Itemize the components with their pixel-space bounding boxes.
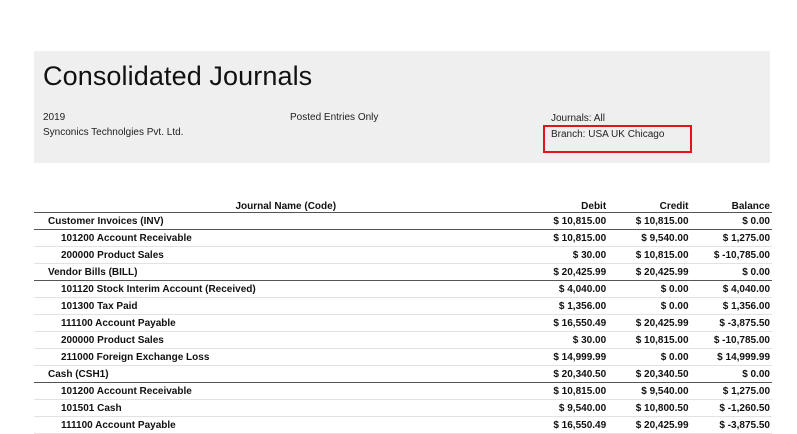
account-row: 111100 Account Payable $ 16,550.49 $ 20,42… [34, 416, 772, 434]
account-row: 101120 Stock Interim Account (Received) $… [34, 280, 772, 298]
row-name: 101120 Stock Interim Account (Received) [34, 280, 540, 298]
posted-filter: Posted Entries Only [290, 112, 379, 123]
row-name: 111100 Account Payable [34, 416, 540, 434]
row-balance: $ -10,785.00 [690, 331, 772, 349]
row-debit: $ 14,999.99 [539, 348, 609, 366]
row-credit: $ 20,340.50 [608, 365, 691, 383]
row-credit: $ 20,425.99 [608, 416, 691, 434]
report-year: 2019 [43, 112, 66, 123]
row-debit: $ 9,540.00 [539, 399, 609, 417]
header-journal-name: Journal Name (Code) [34, 198, 540, 213]
branch-highlight-box [543, 125, 692, 153]
row-balance: $ -3,875.50 [690, 314, 772, 332]
row-name: 200000 Product Sales [34, 246, 540, 264]
account-row: 101300 Tax Paid $ 1,356.00 $ 0.00 $ 1,356.0… [34, 297, 772, 315]
row-credit: $ 20,425.99 [608, 314, 691, 332]
row-credit: $ 9,540.00 [608, 382, 691, 400]
report-header: Consolidated Journals 2019 Synconics Tec… [34, 51, 770, 163]
row-balance: $ 14,999.99 [690, 348, 772, 366]
row-debit: $ 30.00 [539, 331, 609, 349]
account-row: 111100 Account Payable $ 16,550.49 $ 20,42… [34, 314, 772, 332]
row-name: Customer Invoices (INV) [34, 212, 540, 230]
row-balance: $ -10,785.00 [690, 246, 772, 264]
account-row: 101501 Cash $ 9,540.00 $ 10,800.50 $ -1,260… [34, 399, 772, 417]
report-title: Consolidated Journals [43, 61, 313, 91]
row-balance: $ -1,260.50 [690, 399, 772, 417]
row-credit: $ 0.00 [608, 348, 691, 366]
header-credit: Credit [608, 198, 691, 213]
row-balance: $ -3,875.50 [690, 416, 772, 434]
row-debit: $ 16,550.49 [539, 416, 609, 434]
company-name: Synconics Technolgies Pvt. Ltd. [43, 127, 184, 138]
row-name: Vendor Bills (BILL) [34, 263, 540, 281]
row-name: 101300 Tax Paid [34, 297, 540, 315]
row-balance: $ 1,275.00 [690, 229, 772, 247]
row-balance: $ 0.00 [690, 212, 772, 230]
row-balance: $ 4,040.00 [690, 280, 772, 298]
row-name: Cash (CSH1) [34, 365, 540, 383]
row-debit: $ 4,040.00 [539, 280, 609, 298]
row-balance: $ 0.00 [690, 263, 772, 281]
journal-row: Vendor Bills (BILL) $ 20,425.99 $ 20,425.9… [34, 263, 772, 281]
account-row: 101200 Account Receivable $ 10,815.00 $ 9,… [34, 229, 772, 247]
account-row: 200000 Product Sales $ 30.00 $ 10,815.00 $ … [34, 246, 772, 264]
row-name: 101200 Account Receivable [34, 229, 540, 247]
row-credit: $ 10,800.50 [608, 399, 691, 417]
row-name: 211000 Foreign Exchange Loss [34, 348, 540, 366]
table-header-row: Journal Name (Code) Debit Credit Balance [34, 198, 772, 213]
row-name: 101501 Cash [34, 399, 540, 417]
row-debit: $ 20,340.50 [539, 365, 609, 383]
row-credit: $ 0.00 [608, 280, 691, 298]
row-name: 101200 Account Receivable [34, 382, 540, 400]
header-debit: Debit [539, 198, 609, 213]
header-balance: Balance [690, 198, 772, 213]
journals-filter: Journals: All [551, 113, 605, 124]
row-credit: $ 10,815.00 [608, 246, 691, 264]
row-balance: $ 0.00 [690, 365, 772, 383]
account-row: 200000 Product Sales $ 30.00 $ 10,815.00 $ … [34, 331, 772, 349]
row-debit: $ 20,425.99 [539, 263, 609, 281]
row-debit: $ 10,815.00 [539, 229, 609, 247]
journal-row: Customer Invoices (INV) $ 10,815.00 $ 10,8… [34, 212, 772, 230]
row-credit: $ 10,815.00 [608, 212, 691, 230]
row-balance: $ 1,356.00 [690, 297, 772, 315]
row-credit: $ 10,815.00 [608, 331, 691, 349]
row-debit: $ 1,356.00 [539, 297, 609, 315]
row-debit: $ 16,550.49 [539, 314, 609, 332]
row-credit: $ 9,540.00 [608, 229, 691, 247]
row-credit: $ 0.00 [608, 297, 691, 315]
row-name: 111100 Account Payable [34, 314, 540, 332]
row-debit: $ 30.00 [539, 246, 609, 264]
row-credit: $ 20,425.99 [608, 263, 691, 281]
row-debit: $ 10,815.00 [539, 212, 609, 230]
row-debit: $ 10,815.00 [539, 382, 609, 400]
journal-row: Cash (CSH1) $ 20,340.50 $ 20,340.50 $ 0.00 [34, 365, 772, 383]
account-row: 211000 Foreign Exchange Loss $ 14,999.99 $… [34, 348, 772, 366]
row-name: 200000 Product Sales [34, 331, 540, 349]
journal-table: Journal Name (Code) Debit Credit Balance… [34, 198, 772, 434]
account-row: 101200 Account Receivable $ 10,815.00 $ 9,… [34, 382, 772, 400]
row-balance: $ 1,275.00 [690, 382, 772, 400]
